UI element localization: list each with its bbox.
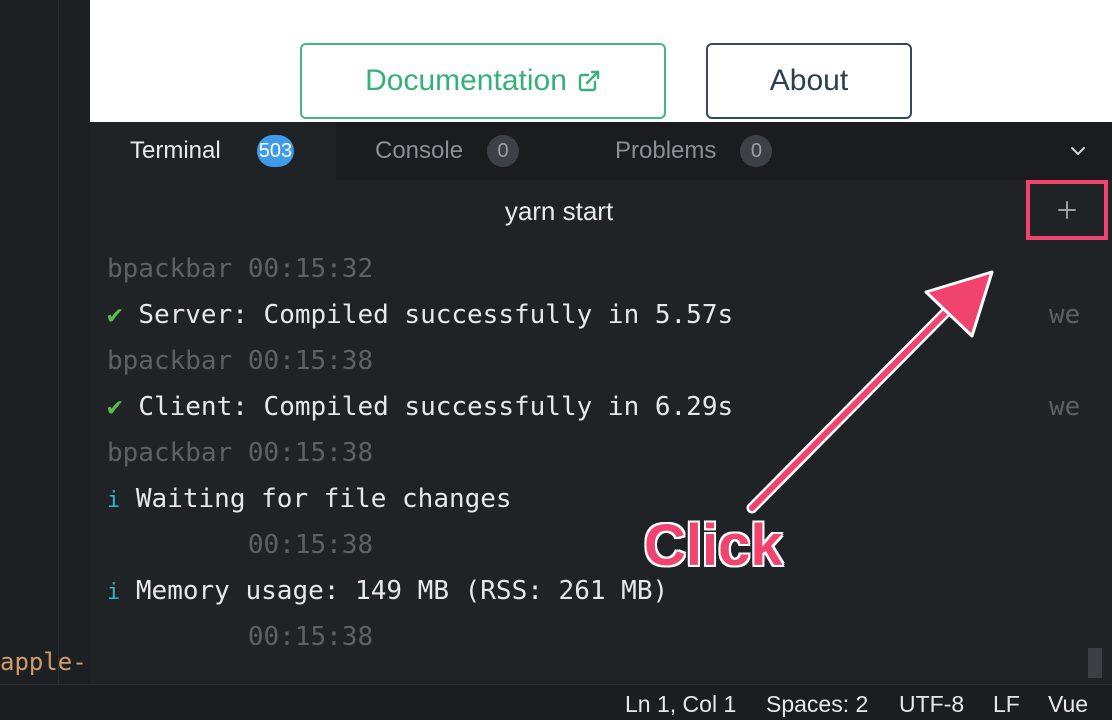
output-line: 00:15:38 bbox=[107, 622, 374, 652]
cursor-position[interactable]: Ln 1, Col 1 bbox=[625, 691, 736, 718]
tab-badge: 0 bbox=[487, 135, 520, 167]
tab-console[interactable]: Console 0 bbox=[336, 122, 576, 180]
tab-badge: 0 bbox=[740, 135, 773, 167]
output-text: Memory usage: 149 MB (RSS: 261 MB) bbox=[135, 576, 669, 606]
output-text: Waiting for file changes bbox=[135, 484, 512, 514]
output-line: bpackbar 00:15:38 bbox=[107, 346, 374, 376]
about-button[interactable]: About bbox=[706, 43, 912, 119]
new-terminal-button[interactable] bbox=[1026, 180, 1108, 240]
plus-icon bbox=[1058, 201, 1076, 219]
info-icon: i bbox=[107, 580, 121, 605]
tab-problems[interactable]: Problems 0 bbox=[576, 122, 836, 180]
documentation-label: Documentation bbox=[365, 64, 567, 97]
documentation-button[interactable]: Documentation bbox=[300, 43, 666, 119]
line-ending[interactable]: LF bbox=[993, 691, 1020, 718]
annotation-label: Click bbox=[644, 513, 783, 578]
indentation[interactable]: Spaces: 2 bbox=[766, 691, 868, 718]
status-bar: Ln 1, Col 1 Spaces: 2 UTF-8 LF Vue bbox=[0, 684, 1112, 720]
output-line: ✔ Server: Compiled successfully in 5.57s bbox=[107, 300, 733, 346]
output-line: bpackbar 00:15:32 bbox=[107, 254, 374, 284]
output-text: Client: Compiled successfully in 6.29s bbox=[138, 392, 734, 422]
output-trail: we bbox=[1049, 392, 1081, 422]
terminal-title: yarn start bbox=[504, 196, 614, 226]
info-icon: i bbox=[107, 488, 121, 513]
tab-label: Console bbox=[375, 137, 464, 164]
editor-gutter: apple- bbox=[0, 0, 91, 684]
output-line: ✔ Client: Compiled successfully in 6.29s bbox=[107, 392, 733, 438]
chevron-down-icon[interactable] bbox=[1066, 139, 1090, 163]
output-trail: we bbox=[1049, 300, 1081, 330]
about-label: About bbox=[769, 64, 849, 97]
tab-label: Problems bbox=[615, 137, 717, 164]
encoding[interactable]: UTF-8 bbox=[899, 691, 964, 718]
app-preview: Documentation About bbox=[90, 0, 1112, 122]
tab-terminal[interactable]: Terminal 503 bbox=[90, 122, 336, 180]
output-line: i Memory usage: 149 MB (RSS: 261 MB) bbox=[107, 576, 668, 622]
bottom-panel: Terminal 503 Console 0 Problems 0 yarn s… bbox=[90, 122, 1112, 684]
output-line: 00:15:38 bbox=[107, 530, 374, 560]
indent-guide bbox=[58, 0, 59, 684]
output-line: i Waiting for file changes bbox=[107, 484, 512, 530]
tab-badge: 503 bbox=[256, 135, 295, 167]
output-line: bpackbar 00:15:38 bbox=[107, 438, 374, 468]
check-icon: ✔ bbox=[107, 300, 123, 330]
language-mode[interactable]: Vue bbox=[1048, 691, 1088, 718]
external-link-icon bbox=[578, 70, 600, 92]
scrollbar-thumb[interactable] bbox=[1088, 648, 1102, 678]
check-icon: ✔ bbox=[107, 392, 123, 422]
panel-tabs: Terminal 503 Console 0 Problems 0 bbox=[90, 122, 1112, 180]
code-fragment: apple- bbox=[0, 648, 87, 676]
tab-label: Terminal bbox=[130, 137, 221, 164]
output-text: Server: Compiled successfully in 5.57s bbox=[138, 300, 734, 330]
